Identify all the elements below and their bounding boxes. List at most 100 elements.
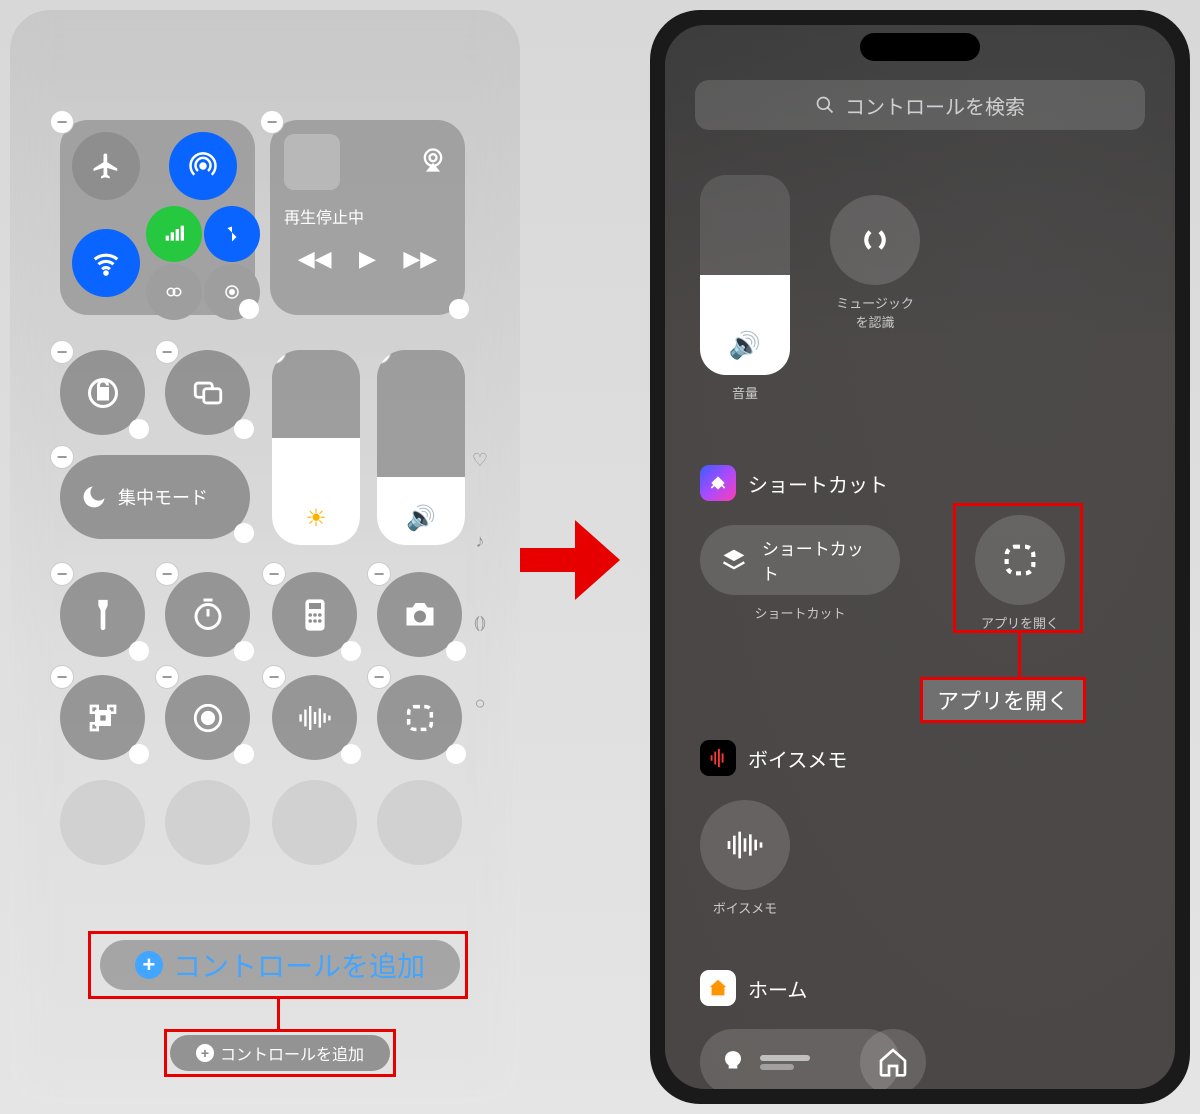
search-controls-input[interactable]: コントロールを検索 bbox=[695, 80, 1145, 130]
remove-icon[interactable]: − bbox=[50, 665, 74, 689]
remove-icon[interactable]: − bbox=[262, 665, 286, 689]
remove-icon[interactable]: − bbox=[155, 340, 179, 364]
calculator-icon bbox=[300, 597, 330, 633]
rewind-icon[interactable]: ◀◀ bbox=[298, 246, 332, 272]
remove-icon[interactable]: − bbox=[50, 445, 74, 469]
resize-grip-icon[interactable] bbox=[129, 419, 149, 439]
flashlight-control[interactable]: − bbox=[60, 572, 145, 657]
album-art-icon bbox=[284, 134, 340, 190]
remove-icon[interactable]: − bbox=[50, 340, 74, 364]
remove-icon[interactable]: − bbox=[50, 562, 74, 586]
remove-icon[interactable]: − bbox=[367, 665, 391, 689]
resize-grip-icon[interactable] bbox=[239, 299, 259, 319]
focus-mode-control[interactable]: − 集中モード bbox=[60, 455, 250, 539]
link-toggle[interactable] bbox=[146, 264, 202, 320]
record-icon bbox=[191, 701, 225, 735]
remove-icon[interactable]: − bbox=[155, 562, 179, 586]
resize-grip-icon[interactable] bbox=[341, 641, 361, 661]
rotation-lock-control[interactable]: − bbox=[60, 350, 145, 435]
empty-slot[interactable] bbox=[60, 780, 145, 865]
magnify-control[interactable]: − bbox=[377, 675, 462, 760]
resize-grip-icon[interactable] bbox=[129, 641, 149, 661]
brightness-slider[interactable]: − ☀ bbox=[272, 350, 360, 545]
remove-icon[interactable]: − bbox=[377, 350, 391, 364]
link-icon bbox=[165, 283, 183, 301]
wifi-toggle[interactable] bbox=[72, 229, 140, 297]
annotation-box bbox=[88, 931, 468, 999]
resize-grip-icon[interactable] bbox=[449, 529, 465, 545]
voice-memo-app-icon bbox=[700, 740, 736, 776]
home-header-label: ホーム bbox=[748, 974, 807, 1003]
home-section-header: ホーム bbox=[700, 970, 807, 1006]
media-status: 再生停止中 bbox=[284, 204, 451, 228]
moon-icon bbox=[80, 483, 108, 511]
qr-control[interactable]: − bbox=[60, 675, 145, 760]
remove-connectivity-icon[interactable]: − bbox=[50, 110, 74, 134]
shortcuts-sub-label: ショートカット bbox=[700, 603, 900, 622]
resize-grip-icon[interactable] bbox=[449, 299, 469, 319]
volume-preview[interactable]: 🔊 bbox=[700, 175, 790, 375]
resize-grip-icon[interactable] bbox=[234, 419, 254, 439]
qr-icon bbox=[87, 702, 119, 734]
shazam-control[interactable]: ミュージック を認識 bbox=[830, 195, 920, 331]
bulb-icon bbox=[720, 1049, 746, 1075]
focus-label: 集中モード bbox=[118, 484, 208, 510]
shortcuts-button[interactable]: ショートカット bbox=[700, 525, 900, 595]
remove-icon[interactable]: − bbox=[155, 665, 179, 689]
bluetooth-toggle[interactable] bbox=[204, 206, 260, 262]
rotation-lock-icon bbox=[85, 375, 121, 411]
record-control[interactable]: − bbox=[165, 675, 250, 760]
resize-grip-icon[interactable] bbox=[446, 641, 466, 661]
voice-memo-header-label: ボイスメモ bbox=[748, 744, 847, 773]
remove-icon[interactable]: − bbox=[262, 562, 286, 586]
phone-frame: コントロールを検索 🔊 音量 ミュージック を認識 ショートカット bbox=[650, 10, 1190, 1104]
annotation-line bbox=[1018, 633, 1021, 677]
airplay-icon[interactable] bbox=[419, 146, 451, 178]
voice-memo-section-header: ボイスメモ bbox=[700, 740, 847, 776]
timer-control[interactable]: − bbox=[165, 572, 250, 657]
mirror-icon bbox=[191, 376, 225, 410]
suggestions-sidebar: ♡ ♪ ⦅⦆ ○ bbox=[468, 450, 492, 714]
remove-icon[interactable]: − bbox=[367, 562, 391, 586]
control-center-edit-screen: − bbox=[10, 10, 520, 1104]
sound-recognition-control[interactable]: − bbox=[272, 675, 357, 760]
screen-mirror-control[interactable]: − bbox=[165, 350, 250, 435]
empty-slot[interactable] bbox=[165, 780, 250, 865]
connectivity-widget[interactable]: − bbox=[60, 120, 255, 315]
resize-grip-icon[interactable] bbox=[234, 641, 254, 661]
resize-grip-icon[interactable] bbox=[234, 744, 254, 764]
annotation-box bbox=[164, 1029, 396, 1077]
shazam-icon bbox=[855, 220, 895, 260]
resize-grip-icon[interactable] bbox=[234, 523, 254, 543]
control-gallery-screen: コントロールを検索 🔊 音量 ミュージック を認識 ショートカット bbox=[665, 25, 1175, 1089]
music-note-icon: ♪ bbox=[476, 531, 485, 552]
annotation-line bbox=[277, 999, 280, 1031]
signal-icon: ⦅⦆ bbox=[474, 612, 486, 633]
resize-grip-icon[interactable] bbox=[446, 744, 466, 764]
forward-icon[interactable]: ▶▶ bbox=[403, 246, 437, 272]
cellular-toggle[interactable] bbox=[146, 206, 202, 262]
voice-memo-control[interactable]: ボイスメモ bbox=[700, 800, 790, 917]
airplane-toggle[interactable] bbox=[72, 132, 140, 200]
resize-grip-icon[interactable] bbox=[129, 744, 149, 764]
search-placeholder: コントロールを検索 bbox=[845, 91, 1025, 120]
house-icon bbox=[877, 1046, 909, 1078]
remove-media-icon[interactable]: − bbox=[260, 110, 284, 134]
home-house-control[interactable]: ホーム bbox=[860, 1029, 926, 1089]
volume-label: 音量 bbox=[700, 383, 790, 402]
empty-slot[interactable] bbox=[377, 780, 462, 865]
airdrop-icon bbox=[188, 151, 218, 181]
calculator-control[interactable]: − bbox=[272, 572, 357, 657]
play-icon[interactable]: ▶ bbox=[359, 246, 376, 272]
empty-slot[interactable] bbox=[272, 780, 357, 865]
camera-control[interactable]: − bbox=[377, 572, 462, 657]
media-widget[interactable]: − 再生停止中 ◀◀ ▶ ▶▶ bbox=[270, 120, 465, 315]
volume-slider[interactable]: − 🔊 bbox=[377, 350, 465, 545]
airdrop-toggle[interactable] bbox=[169, 132, 237, 200]
circle-o-icon: ○ bbox=[475, 693, 486, 714]
cellular-icon bbox=[164, 224, 184, 244]
wifi-icon bbox=[91, 248, 121, 278]
remove-icon[interactable]: − bbox=[272, 350, 286, 364]
resize-grip-icon[interactable] bbox=[341, 744, 361, 764]
resize-grip-icon[interactable] bbox=[344, 529, 360, 545]
